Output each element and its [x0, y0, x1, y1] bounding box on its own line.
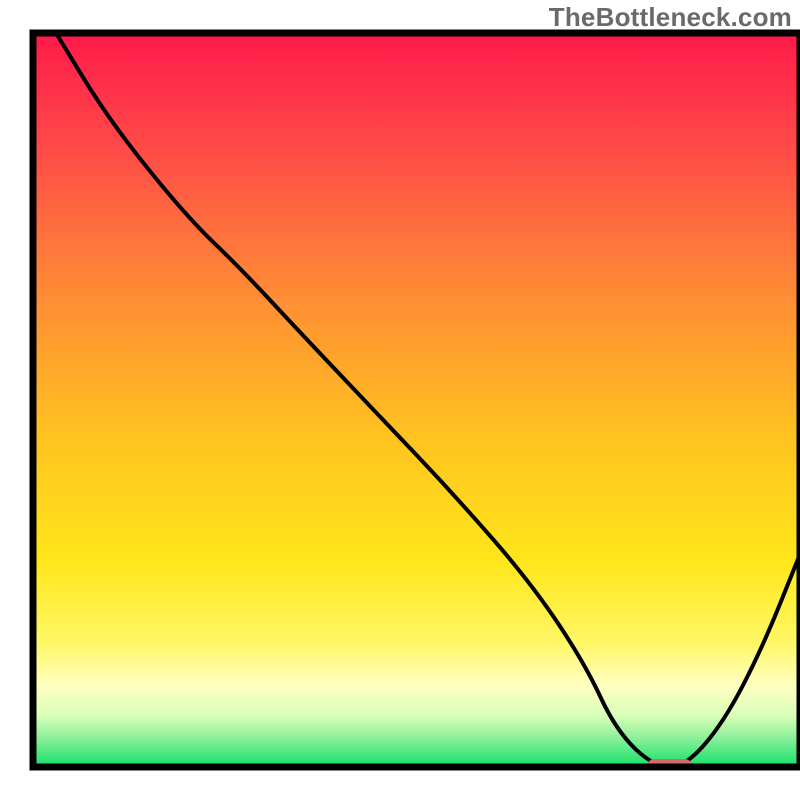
bottleneck-chart: TheBottleneck.com — [0, 0, 800, 800]
chart-svg — [0, 0, 800, 800]
watermark-text: TheBottleneck.com — [549, 2, 792, 33]
gradient-background — [33, 33, 800, 767]
